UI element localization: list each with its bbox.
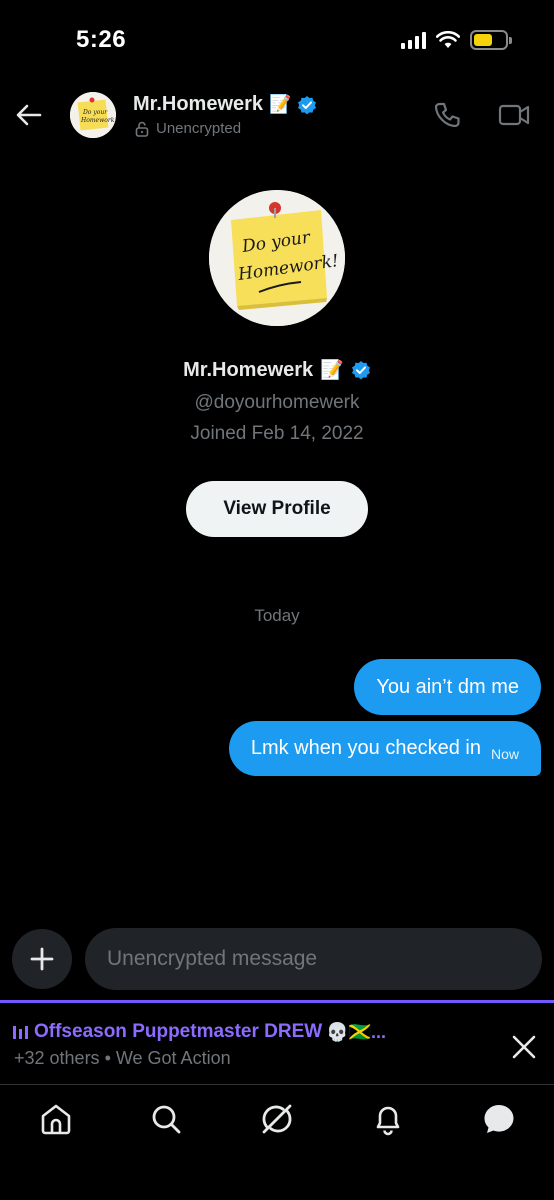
bell-icon[interactable] [370, 1101, 406, 1137]
avatar-art-line2: Homework! [80, 117, 116, 124]
encryption-status: Unencrypted [134, 120, 241, 137]
sent-message-bubble[interactable]: You ain’t dm me [354, 659, 541, 715]
spaces-mini-player[interactable]: Offseason Puppetmaster DREW 💀🇯🇲... +32 o… [0, 1000, 554, 1084]
video-camera-icon[interactable] [498, 100, 530, 130]
message-text: You ain’t dm me [376, 675, 519, 698]
memo-emoji: 📝 [320, 360, 344, 381]
status-icons [401, 30, 512, 50]
profile-handle: @doyourhomewerk [194, 392, 360, 413]
cellular-signal-icon [401, 31, 426, 49]
spaces-subtitle: +32 others • We Got Action [14, 1048, 231, 1068]
search-icon[interactable] [148, 1101, 184, 1137]
grok-icon[interactable] [259, 1101, 295, 1137]
close-icon[interactable] [510, 1033, 538, 1061]
profile-avatar[interactable]: Do your Homework! [209, 190, 345, 326]
add-attachment-button[interactable] [12, 929, 72, 989]
sent-message-bubble[interactable]: Lmk when you checked in Now [228, 721, 541, 776]
battery-icon [470, 30, 512, 50]
spaces-title: Offseason Puppetmaster DREW [34, 1021, 323, 1042]
header-avatar[interactable]: Do your Homework! [70, 92, 116, 138]
spaces-title-row: Offseason Puppetmaster DREW 💀🇯🇲... [12, 1021, 386, 1043]
encryption-status-label: Unencrypted [156, 120, 242, 137]
lock-open-icon [135, 121, 149, 137]
verified-badge-icon [298, 95, 317, 114]
conversation-header: Do your Homework! Mr.Homewerk 📝 Unencryp… [0, 84, 554, 148]
header-name-row[interactable]: Mr.Homewerk 📝 [133, 93, 317, 116]
sticky-note-avatar-image: Do your Homework! [70, 92, 116, 138]
header-name: Mr.Homewerk [133, 93, 264, 115]
wifi-icon [436, 31, 460, 48]
profile-name: Mr.Homewerk [183, 358, 314, 381]
profile-joined-date: Joined Feb 14, 2022 [190, 423, 364, 444]
avatar-art-line1: Do your [82, 109, 108, 116]
home-icon[interactable] [38, 1101, 74, 1137]
status-time: 5:26 [76, 26, 127, 53]
back-arrow-icon[interactable] [14, 100, 44, 130]
status-bar: 5:26 [0, 0, 554, 80]
messages-icon[interactable] [481, 1101, 517, 1137]
audio-bars-icon [13, 1026, 28, 1039]
plus-icon [30, 947, 54, 971]
phone-icon[interactable] [432, 100, 462, 130]
spaces-title-emoji: 💀🇯🇲... [326, 1021, 387, 1042]
message-text: Lmk when you checked in [250, 737, 481, 759]
message-input[interactable] [85, 928, 542, 990]
verified-badge-icon [351, 361, 370, 380]
memo-emoji: 📝 [269, 94, 292, 114]
view-profile-button[interactable]: View Profile [186, 481, 368, 537]
bottom-tab-bar [0, 1084, 554, 1200]
profile-name-row: Mr.Homewerk 📝 [0, 358, 554, 382]
day-divider: Today [254, 606, 300, 625]
sticky-note-profile-image: Do your Homework! [209, 190, 345, 326]
message-timestamp: Now [490, 745, 519, 762]
